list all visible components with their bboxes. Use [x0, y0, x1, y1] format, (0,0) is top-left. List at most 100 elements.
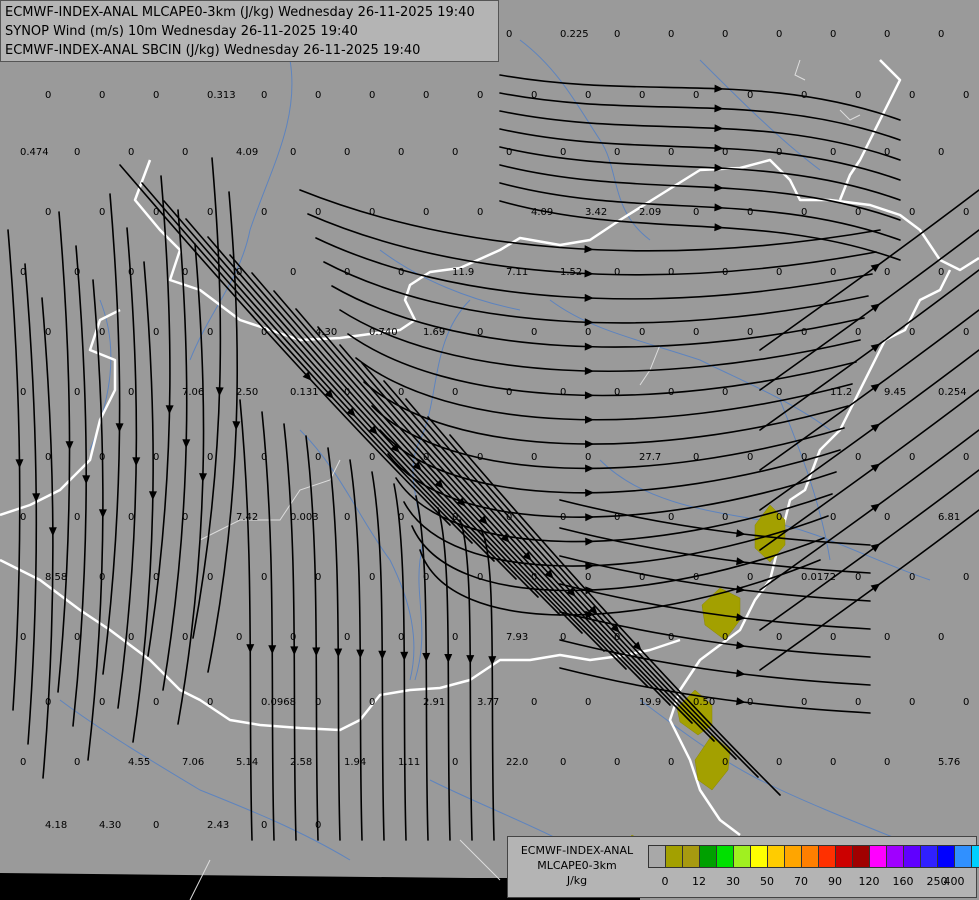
cape-value: 0.131 [290, 387, 319, 398]
cape-value: 0 [747, 90, 753, 101]
cape-value: 0 [693, 452, 699, 463]
cape-value: 0 [344, 387, 350, 398]
cape-value: 0 [398, 147, 404, 158]
cape-value: 0 [639, 90, 645, 101]
cape-value: 0 [423, 452, 429, 463]
legend-swatch [887, 846, 904, 867]
legend-swatch [853, 846, 870, 867]
cape-value: 0 [963, 90, 969, 101]
cape-value: 5.76 [938, 757, 960, 768]
cape-value: 0 [153, 820, 159, 831]
cape-value: 0 [531, 452, 537, 463]
cape-value: 7.06 [182, 757, 204, 768]
cape-value: 0 [776, 632, 782, 643]
cape-value: 0 [668, 29, 674, 40]
cape-value: 1.52 [560, 267, 582, 278]
cape-value: 0 [45, 697, 51, 708]
cape-value: 0 [693, 90, 699, 101]
cape-value: 0 [938, 147, 944, 158]
cape-value: 0 [153, 207, 159, 218]
cape-value: 0 [477, 327, 483, 338]
cape-value: 0 [909, 327, 915, 338]
title-cape: ECMWF-INDEX-ANAL MLCAPE0-3km (J/kg) Wedn… [5, 5, 475, 20]
cape-value: 0 [506, 512, 512, 523]
cape-value: 0 [74, 267, 80, 278]
cape-value: 0 [938, 632, 944, 643]
cape-value: 2.09 [639, 207, 661, 218]
cape-value: 0 [423, 90, 429, 101]
cape-value: 0 [290, 267, 296, 278]
cape-value: 3.77 [477, 697, 499, 708]
cape-value: 0 [747, 327, 753, 338]
legend-swatch [768, 846, 785, 867]
cape-value: 0 [477, 90, 483, 101]
cape-value: 0 [884, 632, 890, 643]
cape-value: 0 [614, 632, 620, 643]
cape-value: 0.50 [693, 697, 715, 708]
legend-swatch [649, 846, 666, 867]
cape-value: 0 [722, 147, 728, 158]
legend-title-line1: ECMWF-INDEX-ANAL [520, 844, 634, 857]
cape-value: 0 [801, 90, 807, 101]
cape-value: 0 [153, 572, 159, 583]
cape-value: 0 [747, 207, 753, 218]
legend-swatch [870, 846, 887, 867]
legend-swatch [921, 846, 938, 867]
cape-value: 0 [315, 90, 321, 101]
cape-value: 0 [531, 90, 537, 101]
cape-value: 0 [452, 632, 458, 643]
cape-value: 0 [45, 207, 51, 218]
legend-swatch [955, 846, 972, 867]
cape-value: 2.91 [423, 697, 445, 708]
cape-value: 0 [801, 207, 807, 218]
cape-value: 0 [128, 512, 134, 523]
cape-value: 0 [855, 207, 861, 218]
cape-value: 0 [830, 757, 836, 768]
cape-value: 7.93 [506, 632, 528, 643]
cape-value: 0 [938, 267, 944, 278]
cape-value: 0 [45, 327, 51, 338]
cape-value: 0.474 [20, 147, 49, 158]
cape-value: 0 [531, 572, 537, 583]
cape-value: 0 [236, 267, 242, 278]
cape-value: 0 [452, 147, 458, 158]
cape-value: 0 [801, 452, 807, 463]
cape-value: 0 [776, 512, 782, 523]
cape-value: 0 [776, 757, 782, 768]
legend-swatch [802, 846, 819, 867]
cape-value: 0 [315, 820, 321, 831]
cape-value: 0 [45, 90, 51, 101]
cape-value: 1.94 [344, 757, 366, 768]
legend-unit: J/kg [566, 874, 588, 887]
cape-value: 0 [722, 757, 728, 768]
cape-value: 0 [207, 697, 213, 708]
cape-value: 0 [182, 632, 188, 643]
cape-value: 0 [830, 512, 836, 523]
legend-swatch [751, 846, 768, 867]
legend-label: 90 [828, 875, 842, 888]
legend-swatch [836, 846, 853, 867]
legend-swatch [734, 846, 751, 867]
weather-map: 0 0.225 0 0 0 0 0 0 0 0 0 0 0.313 0 0 0 0 0 0 0 0 0 0 0 0 0 0 0.474… [0, 0, 979, 900]
cape-value: 0 [963, 572, 969, 583]
cape-value: 0 [668, 387, 674, 398]
cape-value: 0 [74, 757, 80, 768]
cape-value: 0.254 [938, 387, 967, 398]
cape-value: 4.18 [45, 820, 67, 831]
cape-value: 0 [207, 207, 213, 218]
cape-value: 0 [344, 147, 350, 158]
cape-value: 0 [128, 147, 134, 158]
cape-value: 0 [128, 387, 134, 398]
cape-value: 0 [801, 327, 807, 338]
cape-value: 0 [20, 512, 26, 523]
cape-value: 0 [668, 147, 674, 158]
cape-value: 0 [344, 632, 350, 643]
cape-value: 0 [855, 697, 861, 708]
cape-value: 0 [884, 267, 890, 278]
cape-value: 0 [722, 387, 728, 398]
cape-value: 0 [776, 267, 782, 278]
cape-value: 0 [153, 697, 159, 708]
cape-value: 0 [423, 572, 429, 583]
cape-value: 0 [585, 327, 591, 338]
cape-value: 0 [369, 207, 375, 218]
